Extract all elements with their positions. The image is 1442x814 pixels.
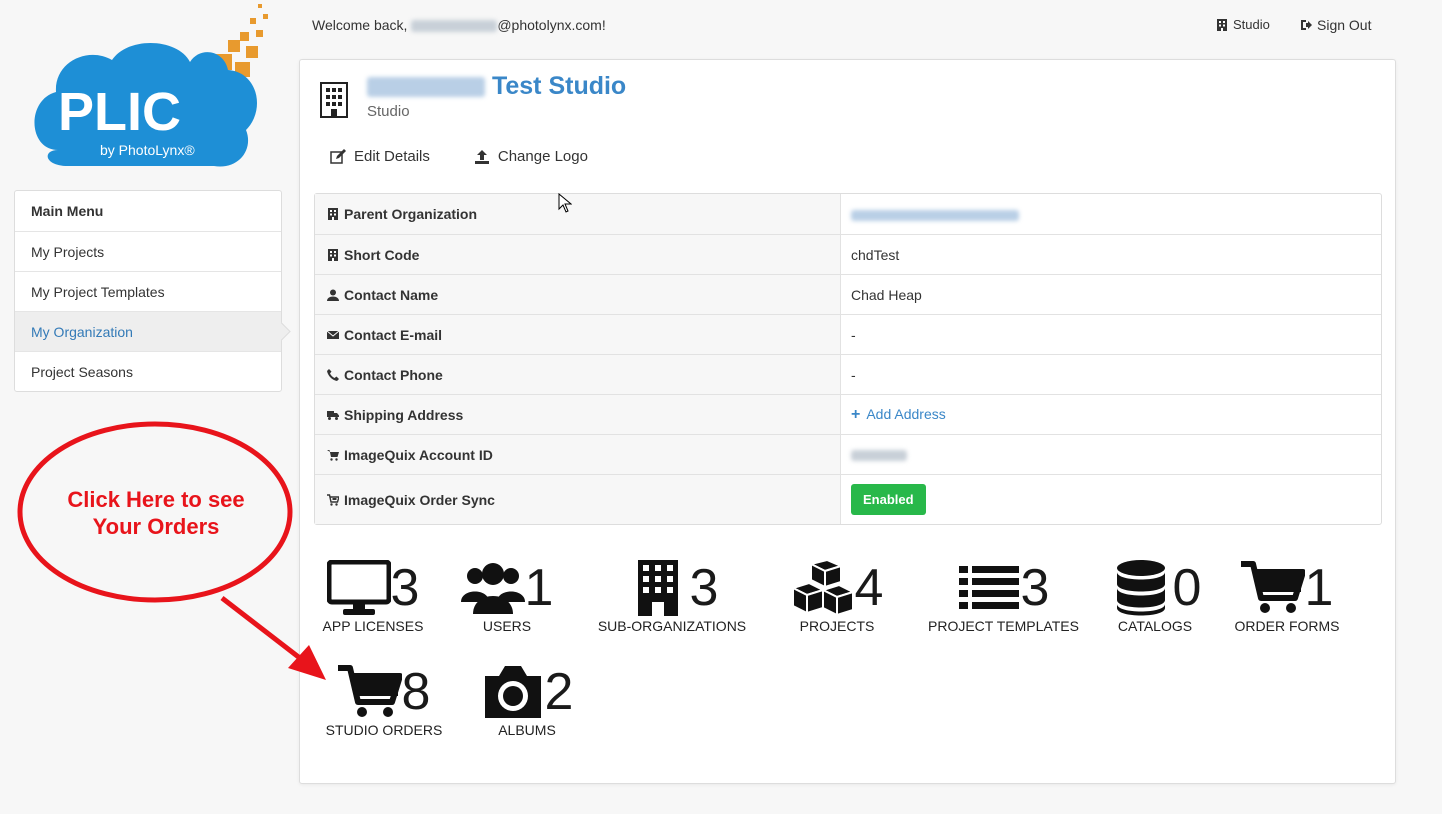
org-title: Test Studio (367, 72, 626, 101)
sign-out-icon (1301, 20, 1312, 30)
cart-icon (337, 665, 402, 717)
stat-order-forms[interactable]: 1 ORDER FORMS (1232, 560, 1342, 634)
phone-icon (327, 368, 339, 381)
svg-text:by PhotoLynx®: by PhotoLynx® (100, 142, 195, 158)
table-row: ImageQuix Account ID (315, 434, 1381, 474)
edit-details-button[interactable]: Edit Details (330, 148, 430, 165)
welcome-message: Welcome back, @photolynx.com! (312, 17, 606, 33)
camera-icon (484, 666, 541, 718)
envelope-icon (326, 330, 340, 339)
plus-icon: + (851, 405, 861, 423)
truck-icon (327, 410, 339, 420)
plic-logo[interactable]: PLIC by PhotoLynx® (28, 0, 278, 175)
cart-icon (1240, 561, 1305, 613)
sidebar-item-my-project-templates[interactable]: My Project Templates (15, 271, 281, 311)
building-icon (320, 82, 348, 118)
user-icon (327, 289, 339, 301)
redacted-org-name (367, 77, 485, 98)
annotation-text: Click Here to see Your Orders (67, 487, 245, 539)
sign-out-link[interactable]: Sign Out (1300, 17, 1371, 33)
upload-icon (474, 149, 489, 164)
edit-icon (330, 148, 346, 164)
annotation-arrow-line (220, 596, 307, 664)
organization-panel: Test Studio Studio Edit Details Change L… (299, 59, 1396, 784)
stat-project-templates[interactable]: 3 PROJECT TEMPLATES (928, 560, 1079, 634)
main-menu: Main Menu My Projects My Project Templat… (14, 190, 282, 392)
table-row: Parent Organization (315, 194, 1381, 234)
table-row: ImageQuix Order Sync Enabled (315, 474, 1381, 524)
redacted-account-id (851, 450, 907, 462)
organization-details-table: Parent Organization Short Code chdTest C… (314, 193, 1382, 525)
stat-sub-organizations[interactable]: 3 SUB-ORGANIZATIONS (592, 560, 752, 634)
add-address-link[interactable]: + Add Address (851, 405, 946, 423)
stat-catalogs[interactable]: 0 CATALOGS (1100, 560, 1210, 634)
cubes-icon (790, 560, 855, 616)
change-logo-button[interactable]: Change Logo (474, 148, 588, 165)
stat-projects[interactable]: 4 PROJECTS (782, 560, 892, 634)
stat-studio-orders[interactable]: 8 STUDIO ORDERS (324, 664, 444, 738)
table-row: Contact Name Chad Heap (315, 274, 1381, 314)
database-icon (1116, 560, 1165, 616)
users-icon (460, 563, 525, 614)
table-row: Contact Phone - (315, 354, 1381, 394)
org-type: Studio (367, 103, 410, 120)
list-icon (958, 566, 1019, 609)
building-icon (637, 560, 678, 616)
sidebar-item-my-organization[interactable]: My Organization (15, 311, 281, 351)
building-icon (328, 248, 338, 261)
redacted-email (411, 20, 498, 33)
main-menu-title: Main Menu (31, 203, 104, 219)
redacted-parent-org (851, 209, 1019, 221)
studio-link[interactable]: Studio (1216, 17, 1270, 32)
mouse-cursor-icon (558, 193, 572, 213)
monitor-icon (326, 560, 391, 615)
table-row: Short Code chdTest (315, 234, 1381, 274)
stat-albums[interactable]: 2 ALBUMS (472, 664, 582, 738)
table-row: Contact E-mail - (315, 314, 1381, 354)
building-icon (1217, 18, 1227, 31)
table-row: Shipping Address + Add Address (315, 394, 1381, 434)
building-icon (328, 208, 338, 220)
cart-icon (327, 449, 339, 461)
sidebar-item-my-projects[interactable]: My Projects (15, 231, 281, 271)
cart-sync-icon (327, 493, 340, 506)
stat-users[interactable]: 1 USERS (452, 560, 562, 634)
order-sync-enabled-button[interactable]: Enabled (851, 484, 926, 515)
sidebar-item-project-seasons[interactable]: Project Seasons (15, 351, 281, 391)
svg-text:PLIC: PLIC (58, 82, 181, 142)
stat-app-licenses[interactable]: 3 APP LICENSES (318, 560, 428, 634)
